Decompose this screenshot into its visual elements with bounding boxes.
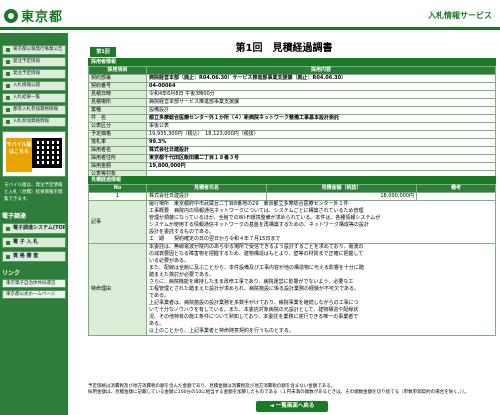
row-value: 令和4年6月8日 午後3時00分 <box>146 90 496 99</box>
table-header-row: No 見積者氏名 見積金額（税抜） 備考 <box>88 184 496 193</box>
section-label-links: リンク <box>2 270 21 277</box>
bid-no: 1 <box>88 192 147 201</box>
table-row: 採用金額 19,800,000円 <box>88 162 496 171</box>
link-tokyo-official[interactable]: 東京都公式ホームページ <box>2 290 66 299</box>
sidebar-item-qualification-metro[interactable]: 都等入札参加資格情報 <box>2 105 66 115</box>
tokyo-logo[interactable]: 東京都 <box>4 6 63 25</box>
row-value: 04-00064 <box>146 82 496 91</box>
mobile-note: モバイル版は、発注予定情報と入札（見積）結果情報を閲覧できます。 <box>2 180 66 205</box>
back-to-list-button[interactable]: ◄ 一覧画面へ戻る <box>256 401 328 412</box>
row-value: 19,800,000円 <box>146 162 496 171</box>
sidebar-item-qualification-review[interactable]: 資 格 審 査 <box>2 251 66 262</box>
row-label: 採用者名 <box>88 146 147 155</box>
table-row: 公表区分 事後公表 <box>88 122 496 131</box>
reason-label: 特命理由 <box>88 243 147 336</box>
mobile-version-button[interactable]: モバイル版 はこちら <box>6 138 32 172</box>
table-row: 特命理由 本委託は、無線電波が院内のあらゆる場所で受信できるよう設計することを求… <box>88 243 496 336</box>
bid-amount: 18,000,000円 <box>266 192 417 201</box>
sidebar: 東京都公報発行事業公告 発注予定情報 発注予定情報 入札情報公開 入札結果一覧 … <box>0 33 68 415</box>
sidebar-item-qualification[interactable]: 入札参加資格情報 <box>2 117 66 127</box>
row-label: 契約番号 <box>88 82 147 91</box>
sidebar-top-spacer <box>0 33 68 43</box>
sidebar-item-bid-results[interactable]: 入札結果一覧 <box>2 93 66 103</box>
table-row: 記事 履行場所 東京都府中市武蔵台二丁目8番地の29 東京都立多摩総合医療センタ… <box>88 200 496 244</box>
sidebar-item-bid-info[interactable]: 入札情報公開 <box>2 81 66 91</box>
column-header-no: No <box>88 184 147 193</box>
table-row: 契約部署 病院経営本部（廃止：R04.06.30）サービス推進部事業支援課（廃止：… <box>88 74 496 83</box>
reason-text: 本委託は、無線電波が院内のあらゆる場所で受信できるよう設計することを求めており、… <box>146 243 496 336</box>
row-value: 病院経営本部（廃止：R04.06.30）サービス推進部事業支援課（廃止：R04.… <box>146 74 496 83</box>
bid-name: 株式会社日建設計 <box>146 192 267 201</box>
row-label: 業種 <box>88 106 147 115</box>
table-row: 採用者住所 東京都千代田区飯田橋二丁目１８番３号 <box>88 154 496 163</box>
table-row: 件 名都立多摩総合医療センター外１か所（４）新病院ネットワーク整備工事基本設計委… <box>88 114 496 123</box>
row-value: 病院経営本部サービス推進部事業支援課 <box>146 98 496 107</box>
table-row: 業種 設備設計 <box>88 106 496 115</box>
bid-history-table: No 見積者氏名 見積金額（税抜） 備考 1 株式会社日建設計 18,000,0… <box>88 184 496 336</box>
link-e-government[interactable]: 東京電子自治体共同運営 <box>2 279 66 288</box>
table-row: 見積場所 病院経営本部サービス推進部事業支援課 <box>88 98 496 107</box>
memo-text: 履行場所 東京都府中市武蔵台二丁目8番地の29 東京都立多摩総合医療センター外１… <box>146 200 496 244</box>
mobile-button-label: モバイル版 <box>6 142 32 148</box>
table-row: 契約番号 04-00064 <box>88 82 496 91</box>
row-label: 公表区分 <box>88 122 147 131</box>
main-content: 第1回 見積経過調書 第1回 採用者情報 採用項目 採用内容 契約部署 病院経営本… <box>70 33 498 415</box>
mobile-panel: モバイル版 はこちら <box>2 131 66 177</box>
row-value: 都立多摩総合医療センター外１か所（４）新病院ネットワーク整備工事基本設計委託 <box>146 114 496 123</box>
table-row: 落札率 99.3% <box>88 138 496 147</box>
page-title: 第1回 見積経過調書 <box>235 43 333 54</box>
table-header-row: 採用項目 採用内容 <box>88 66 496 75</box>
column-header-note: 備考 <box>416 184 496 193</box>
row-label: 見積場所 <box>88 98 147 107</box>
sidebar-item-e-procurement-top[interactable]: 電子調達システム(TOP) <box>2 223 66 234</box>
row-label: 見積日時 <box>88 90 147 99</box>
tokyo-emblem-icon <box>4 8 18 23</box>
table-row: 1 株式会社日建設計 18,000,000円 <box>88 192 496 201</box>
section-bar-winner-info: 採用者情報 <box>88 58 496 66</box>
qr-code-icon <box>32 138 62 168</box>
row-value: 設備設計 <box>146 106 496 115</box>
row-label: 契約部署 <box>88 74 147 83</box>
row-value: 東京都千代田区飯田橋二丁目１８番３号 <box>146 154 496 163</box>
row-value: 19,935,300円（税込） 18,123,000円（税抜） <box>146 130 496 139</box>
mobile-button-sub: はこちら <box>8 149 29 155</box>
site-title: 入札情報サービス <box>428 11 492 20</box>
row-value: 事後公表 <box>146 122 496 131</box>
bid-note <box>416 192 496 201</box>
table-row: 採用者名 株式会社日建設計 <box>88 146 496 155</box>
memo-label: 記事 <box>88 200 147 244</box>
sidebar-item-order-plan[interactable]: 発注予定情報 <box>2 69 66 79</box>
table-row: 予定価格 19,935,300円（税込） 18,123,000円（税抜） <box>88 130 496 139</box>
winner-info-table: 採用項目 採用内容 契約部署 病院経営本部（廃止：R04.06.30）サービス推進… <box>88 66 496 179</box>
row-value: 株式会社日建設計 <box>146 146 496 155</box>
sidebar-item-e-bidding[interactable]: 電 子 入 札 <box>2 237 66 248</box>
row-label: 採用金額 <box>88 162 147 171</box>
section-bar-bid-history: 見積経過情報 <box>88 176 496 184</box>
column-header-item: 採用項目 <box>88 66 147 75</box>
column-header-bidder: 見積者氏名 <box>146 184 267 193</box>
row-label: 落札率 <box>88 138 147 147</box>
logo-text: 東京都 <box>21 10 64 25</box>
section-label-e-procurement: 電子調達 <box>2 213 27 220</box>
row-label: 予定価格 <box>88 130 147 139</box>
sidebar-item-gazette[interactable]: 東京都公報発行事業公告 <box>2 45 66 55</box>
footnotes: 予定価格は消費税及び地方消費税の額を含んだ金額であり、見積金額は消費税及び地方消… <box>88 384 496 396</box>
table-row: 見積日時 令和4年6月8日 午後3時00分 <box>88 90 496 99</box>
site-header: 東京都 入札情報サービス <box>0 0 500 30</box>
column-header-content: 採用内容 <box>146 66 496 75</box>
footnote: 採用金額は、見積金額に記載している金額に100分の10に相当する金額を加算したも… <box>88 390 469 395</box>
column-header-amount: 見積金額（税抜） <box>266 184 417 193</box>
round-tab: 第1回 <box>90 47 116 57</box>
sidebar-item-plan-info[interactable]: 発注予定情報 <box>2 57 66 67</box>
row-value: 99.3% <box>146 138 496 147</box>
row-label: 件 名 <box>88 114 147 123</box>
row-label: 採用者住所 <box>88 154 147 163</box>
